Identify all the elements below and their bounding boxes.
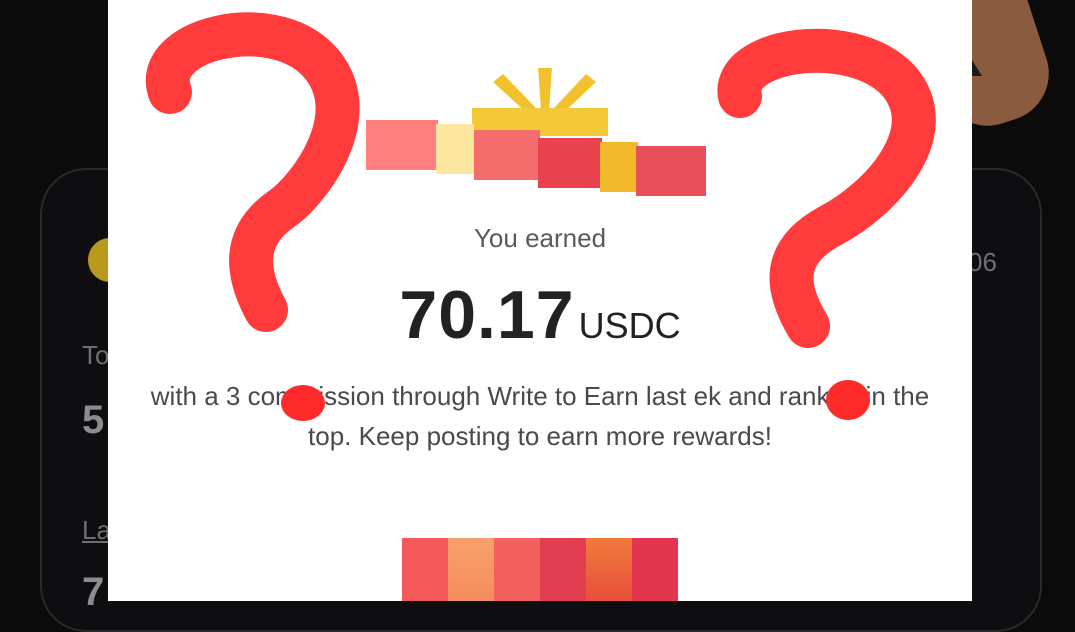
earned-amount: 70.17 xyxy=(399,277,575,353)
earned-currency: USDC xyxy=(578,305,681,346)
background-label-last: La xyxy=(82,515,111,545)
reward-modal: You earned 70.17 USDC with a 3 commission… xyxy=(108,0,972,601)
earned-label: You earned xyxy=(473,223,607,253)
background-value-total: 5 xyxy=(82,398,105,442)
earned-amount-row: 70.17 USDC xyxy=(108,276,972,354)
reward-banner-image xyxy=(402,538,678,601)
background-label-total: To xyxy=(82,340,110,370)
background-right-value: 06 xyxy=(968,247,997,277)
gift-icon xyxy=(366,68,706,196)
background-value-last: 7 xyxy=(82,570,105,614)
reward-message: with a 3 commission through Write to Ear… xyxy=(150,381,930,451)
